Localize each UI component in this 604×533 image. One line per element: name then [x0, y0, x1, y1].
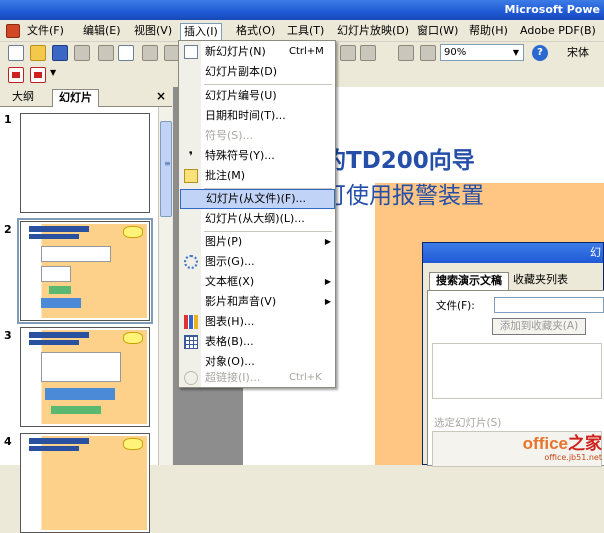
- menu-item-movies-sounds[interactable]: 影片和声音(V) ▶: [180, 292, 335, 312]
- insert-table-icon[interactable]: [360, 45, 376, 61]
- chevron-down-icon[interactable]: ▼: [510, 46, 522, 59]
- print-icon[interactable]: [98, 45, 114, 61]
- dialog-caption: 幻: [423, 243, 603, 263]
- chart-icon: [184, 315, 198, 329]
- comment-icon: [184, 169, 198, 183]
- powerpoint-icon[interactable]: [6, 24, 20, 38]
- menu-file[interactable]: 文件(F): [24, 23, 67, 40]
- print-preview-icon[interactable]: [118, 45, 134, 61]
- tab-slides[interactable]: 幻灯片: [52, 89, 99, 107]
- slide-number: 3: [4, 329, 12, 342]
- menu-item-duplicate-slide[interactable]: 幻灯片副本(D): [180, 62, 335, 82]
- menu-help[interactable]: 帮助(H): [466, 23, 511, 40]
- convert-to-pdf-icon[interactable]: [8, 67, 24, 83]
- selected-slides-label: 选定幻灯片(S): [434, 417, 502, 429]
- menu-item-diagram[interactable]: 图示(G)...: [180, 252, 335, 272]
- menu-item-slide-number[interactable]: 幻灯片编号(U): [180, 86, 335, 106]
- menu-item-text-box[interactable]: 文本框(X) ▶: [180, 272, 335, 292]
- watermark-brand: office: [522, 434, 568, 453]
- slide-thumbnails: 1 2 3 4: [0, 107, 158, 533]
- toolbar-options-icon[interactable]: ▼: [50, 68, 56, 77]
- thumbnail-scrollbar[interactable]: ≡: [158, 107, 172, 465]
- spelling-icon[interactable]: [142, 45, 158, 61]
- menu-item-date-time[interactable]: 日期和时间(T)...: [180, 106, 335, 126]
- window-title: Microsoft Powe: [504, 3, 600, 16]
- menu-adobe-pdf[interactable]: Adobe PDF(B): [517, 23, 599, 40]
- file-label: 文件(F):: [436, 300, 475, 312]
- zoom-select[interactable]: 90% ▼: [440, 44, 524, 61]
- grip-icon: ≡: [164, 159, 171, 168]
- special-symbol-icon: ❜: [188, 149, 194, 163]
- slides-panel: 大纲 幻灯片 × 1 2 3 4 ≡: [0, 87, 172, 533]
- show-grid-icon[interactable]: [420, 45, 436, 61]
- slide-number: 2: [4, 223, 12, 236]
- menu-edit[interactable]: 编辑(E): [80, 23, 124, 40]
- menu-item-symbol: 符号(S)...: [205, 129, 254, 142]
- zoom-value: 90%: [444, 47, 467, 58]
- hyperlink-icon: [184, 371, 198, 385]
- menu-bar: 文件(F) 编辑(E) 视图(V) 插入(I) 格式(O) 工具(T) 幻灯片放…: [0, 20, 604, 42]
- add-to-favorites-button[interactable]: 添加到收藏夹(A): [492, 318, 586, 335]
- slide-thumbnail-2[interactable]: [17, 218, 153, 324]
- submenu-arrow-icon: ▶: [324, 277, 331, 286]
- site-watermark: office之家 office.jb51.net: [522, 434, 602, 463]
- scrollbar-thumb[interactable]: ≡: [160, 121, 172, 217]
- submenu-arrow-icon: ▶: [324, 297, 331, 306]
- pdf-toolbar: ▼: [0, 64, 178, 86]
- slide-number: 4: [4, 435, 12, 448]
- menu-item-new-slide[interactable]: 新幻灯片(N) Ctrl+M: [180, 42, 335, 62]
- menu-item-chart[interactable]: 图表(H)...: [180, 312, 335, 332]
- panel-tabs: 大纲 幻灯片 ×: [0, 87, 172, 107]
- title-bar: Microsoft Powe: [0, 0, 604, 20]
- new-slide-icon: [184, 45, 198, 59]
- slide-title-line-1[interactable]: 的TD200向导: [323, 141, 475, 175]
- menu-insert[interactable]: 插入(I): [180, 23, 222, 40]
- tab-search-presentation[interactable]: 搜索演示文稿: [429, 272, 509, 290]
- convert-and-email-pdf-icon[interactable]: [30, 67, 46, 83]
- open-folder-icon[interactable]: [30, 45, 46, 61]
- font-name[interactable]: 宋体: [567, 44, 589, 61]
- file-input[interactable]: [494, 297, 604, 313]
- watermark-url: office.jb51.net: [544, 453, 602, 462]
- dialog-title: 幻: [590, 246, 601, 259]
- slide-thumbnail-1[interactable]: [20, 113, 150, 213]
- menu-item-slides-from-file[interactable]: 幻灯片(从文件)(F)...: [180, 189, 335, 209]
- tab-outline[interactable]: 大纲: [6, 89, 40, 107]
- table-icon: [184, 335, 198, 349]
- new-document-icon[interactable]: [8, 45, 24, 61]
- slide-title-line-2[interactable]: 可使用报警装置: [323, 176, 484, 210]
- file-list[interactable]: [432, 343, 602, 399]
- insert-menu: 新幻灯片(N) Ctrl+M 幻灯片副本(D) 幻灯片编号(U) 日期和时间(T…: [178, 40, 336, 388]
- expand-all-icon[interactable]: [398, 45, 414, 61]
- submenu-arrow-icon: ▶: [324, 237, 331, 246]
- menu-window[interactable]: 窗口(W): [414, 23, 461, 40]
- menu-slideshow[interactable]: 幻灯片放映(D): [334, 23, 412, 40]
- permission-icon[interactable]: [74, 45, 90, 61]
- menu-view[interactable]: 视图(V): [131, 23, 175, 40]
- menu-item-picture[interactable]: 图片(P) ▶: [180, 232, 335, 252]
- menu-format[interactable]: 格式(O): [233, 23, 278, 40]
- menu-item-slides-from-outline[interactable]: 幻灯片(从大纲)(L)...: [180, 209, 335, 229]
- close-icon[interactable]: ×: [156, 89, 166, 103]
- menu-item-special-symbol[interactable]: ❜ 特殊符号(Y)...: [180, 146, 335, 166]
- watermark-brand-suffix: 之家: [568, 434, 602, 453]
- help-icon[interactable]: ?: [532, 45, 548, 61]
- menu-item-hyperlink: 超链接(I)... Ctrl+K: [180, 368, 335, 388]
- menu-item-comment[interactable]: 批注(M): [180, 166, 335, 186]
- slide-thumbnail-4[interactable]: [20, 433, 150, 533]
- slide-thumbnail-3[interactable]: [20, 327, 150, 427]
- reuse-slides-dialog: 幻 搜索演示文稿 收藏夹列表 文件(F): 添加到收藏夹(A) 选定幻灯片(S): [422, 242, 604, 467]
- insert-chart-icon[interactable]: [340, 45, 356, 61]
- tab-favorites-list[interactable]: 收藏夹列表: [507, 272, 574, 290]
- menu-item-table[interactable]: 表格(B)...: [180, 332, 335, 352]
- save-icon[interactable]: [52, 45, 68, 61]
- diagram-icon: [184, 255, 198, 269]
- menu-tools[interactable]: 工具(T): [284, 23, 327, 40]
- slide-number: 1: [4, 113, 12, 126]
